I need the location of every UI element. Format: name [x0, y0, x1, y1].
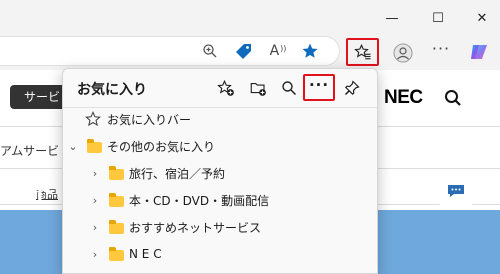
search-favorites-icon[interactable]: [278, 77, 300, 99]
add-favorite-icon[interactable]: [215, 77, 237, 99]
minimize-button[interactable]: —: [382, 8, 402, 28]
browser-toolbar: A)) ···: [0, 36, 500, 70]
folder-icon: [109, 220, 124, 234]
folder-item-travel[interactable]: › 旅行、宿泊／予約: [63, 160, 377, 186]
service-tab-label: サービ: [24, 90, 61, 104]
favorites-panel: お気に入り ··· お気に入りバー ⌄ その他のお気に入り › 旅行、宿泊／予約…: [62, 68, 378, 274]
chat-button[interactable]: [436, 176, 476, 206]
maximize-icon: ☐: [432, 10, 444, 26]
more-tools-icon[interactable]: ···: [430, 39, 452, 63]
favorites-button-highlight: [346, 38, 379, 66]
list-item-label: 本・CD・DVD・動画配信: [129, 193, 270, 208]
service-tab[interactable]: サービ: [10, 85, 70, 109]
chevron-right-icon[interactable]: ›: [89, 167, 101, 180]
folder-item-other-favorites[interactable]: ⌄ その他のお気に入り: [63, 133, 377, 159]
nec-logo[interactable]: NEC: [384, 87, 423, 109]
search-icon[interactable]: [442, 87, 464, 109]
add-folder-icon[interactable]: [247, 77, 269, 99]
title-bar: — ☐ ✕: [0, 0, 500, 36]
address-bar[interactable]: A)): [0, 36, 340, 66]
more-options-highlight: [303, 74, 335, 101]
list-item-label: 旅行、宿泊／予約: [129, 166, 226, 181]
close-icon: ✕: [476, 10, 488, 26]
copilot-icon[interactable]: [468, 41, 490, 63]
chat-icon: [448, 185, 464, 197]
pin-icon[interactable]: [341, 77, 363, 99]
chevron-right-icon[interactable]: ›: [89, 221, 101, 234]
list-item-label: お気に入りバー: [107, 112, 192, 127]
list-item-label: N E C: [129, 247, 162, 261]
list-item-label: その他のお気に入り: [107, 139, 216, 154]
favorites-bar-item[interactable]: お気に入りバー: [63, 106, 377, 132]
zoom-icon[interactable]: [199, 40, 221, 62]
read-aloud-label: A: [269, 43, 280, 59]
minimize-icon: —: [385, 10, 399, 26]
folder-icon: [109, 193, 124, 207]
chevron-right-icon[interactable]: ›: [89, 194, 101, 207]
page-nav-text[interactable]: アムサービ: [0, 142, 59, 159]
close-button[interactable]: ✕: [472, 8, 492, 28]
read-aloud-icon[interactable]: A)): [267, 40, 289, 62]
folder-item-books[interactable]: › 本・CD・DVD・動画配信: [63, 187, 377, 213]
folder-item-recommended[interactable]: › おすすめネットサービス: [63, 214, 377, 240]
star-icon: [85, 111, 101, 127]
maximize-button[interactable]: ☐: [428, 8, 448, 28]
folder-item-nec[interactable]: › N E C: [63, 241, 377, 267]
chevron-down-icon[interactable]: ⌄: [67, 140, 79, 153]
folder-icon: [109, 247, 124, 261]
list-item-label: おすすめネットサービス: [129, 220, 262, 235]
folder-icon: [109, 166, 124, 180]
folder-icon: [87, 139, 102, 153]
panel-title: お気に入り: [77, 82, 147, 98]
tag-icon[interactable]: [233, 40, 255, 62]
profile-icon[interactable]: [392, 42, 414, 64]
chevron-right-icon[interactable]: ›: [89, 248, 101, 261]
favorite-star-icon[interactable]: [299, 40, 321, 62]
